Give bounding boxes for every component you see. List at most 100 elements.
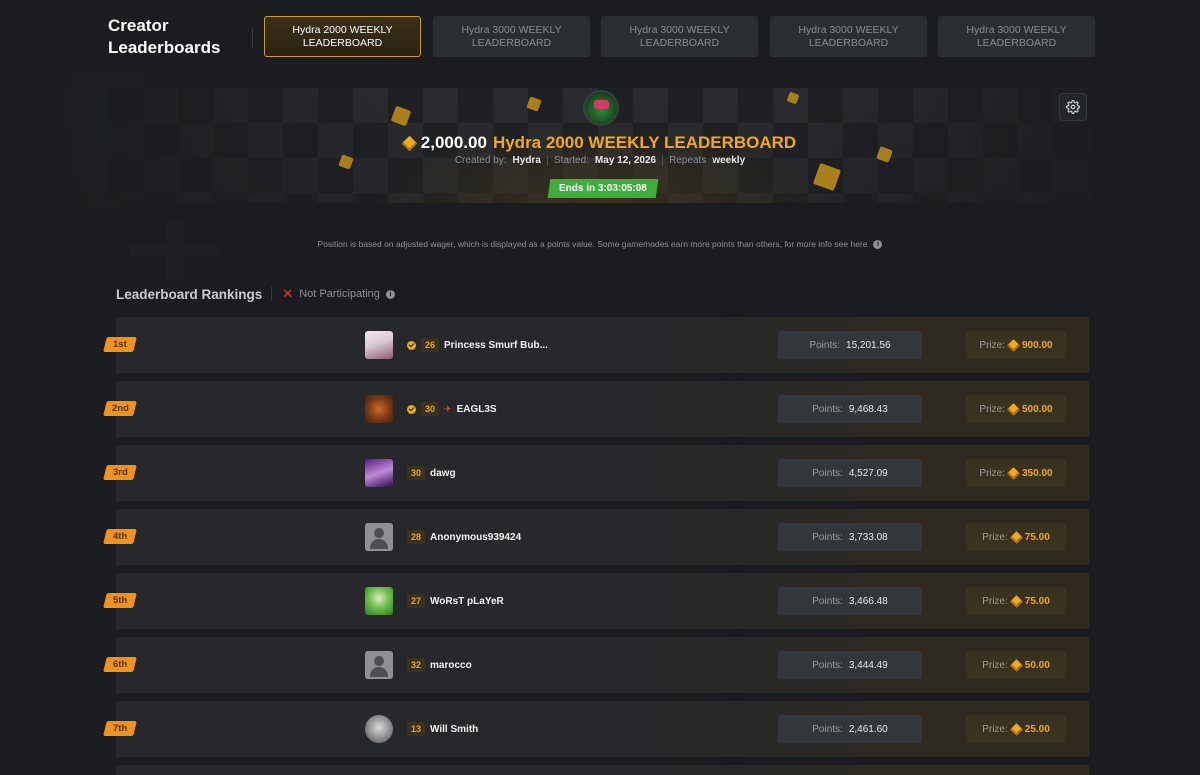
rank-badge: 6th (103, 657, 137, 672)
prize-box: Prize: 900.00 (966, 331, 1066, 359)
level-badge: 32 (407, 658, 426, 672)
info-icon[interactable]: i (873, 239, 883, 249)
prize-value: 500.00 (1021, 403, 1053, 415)
rank-badge: 3rd (103, 465, 137, 480)
prize-value: 75.00 (1024, 531, 1050, 543)
prize-label: Prize: (982, 531, 1008, 543)
username[interactable]: WoRsT pLaYeR (430, 596, 504, 607)
created-by-value[interactable]: Hydra (513, 155, 541, 166)
participation-status: Not Participating (299, 288, 380, 300)
rankings-title: Leaderboard Rankings (116, 286, 263, 302)
rank-label: 2nd (111, 403, 129, 414)
rankings-header: Leaderboard Rankings ✕ Not Participating… (116, 284, 395, 304)
rank-label: 7th (112, 723, 128, 734)
gear-icon (1066, 100, 1080, 114)
ends-in-badge: Ends in 3:03:05:08 (547, 179, 659, 198)
level-badge: 13 (407, 722, 426, 736)
points-label: Points: (812, 659, 843, 671)
avatar[interactable] (365, 331, 393, 359)
verified-icon (407, 340, 416, 350)
user-info: 32 marocco (407, 657, 472, 673)
prize-value: 900.00 (1021, 339, 1053, 351)
prize-label: Prize: (979, 467, 1005, 479)
username[interactable]: Princess Smurf Bub... (444, 340, 548, 351)
coin-icon (1007, 338, 1020, 352)
prize-box: Prize: 75.00 (966, 523, 1066, 551)
wings-icon: ✈ (444, 403, 452, 414)
points-value: 15,201.56 (846, 339, 891, 351)
prize-box: Prize: 50.00 (966, 651, 1066, 679)
rank-badge: 2nd (103, 401, 137, 416)
points-box: Points: 9,468.43 (778, 395, 922, 423)
avatar[interactable] (365, 459, 393, 487)
user-info: 30 ✈ EAGL3S (407, 401, 497, 417)
points-value: 4,527.09 (848, 467, 888, 479)
user-info: 27 WoRsT pLaYeR (407, 593, 504, 609)
rank-label: 3rd (112, 467, 128, 478)
tab-leaderboard-2[interactable]: Hydra 3000 WEEKLY LEADERBOARD (433, 16, 590, 57)
tab-leaderboard-3[interactable]: Hydra 3000 WEEKLY LEADERBOARD (601, 16, 758, 57)
rank-label: 1st (113, 339, 127, 350)
coin-icon (401, 135, 418, 151)
level-badge: 28 (407, 530, 426, 544)
points-label: Points: (812, 531, 843, 543)
avatar[interactable] (365, 395, 393, 423)
leaderboard-row (116, 765, 1089, 775)
rankings-list: 1st 26 Princess Smurf Bub... Points: 15,… (103, 317, 1089, 775)
coin-icon (1009, 594, 1023, 608)
avatar[interactable] (365, 715, 393, 743)
settings-button[interactable] (1059, 93, 1087, 121)
creator-avatar[interactable] (583, 90, 619, 126)
background-block-decoration (130, 220, 220, 280)
points-box: Points: 15,201.56 (778, 331, 922, 359)
rank-badge: 7th (103, 721, 137, 736)
tab-leaderboard-4[interactable]: Hydra 3000 WEEKLY LEADERBOARD (770, 16, 927, 57)
prize-box: Prize: 25.00 (966, 715, 1066, 743)
meta-divider (662, 155, 664, 166)
rank-label: 4th (112, 531, 128, 542)
username[interactable]: Anonymous939424 (430, 532, 521, 543)
tab-leaderboard-1[interactable]: Hydra 2000 WEEKLY LEADERBOARD (264, 16, 421, 57)
rank-badge: 4th (103, 529, 137, 544)
leaderboard-name: Hydra 2000 WEEKLY LEADERBOARD (492, 133, 797, 152)
points-label: Points: (812, 467, 843, 479)
points-box: Points: 2,461.60 (778, 715, 922, 743)
coin-icon (1009, 530, 1023, 544)
avatar[interactable] (365, 523, 393, 551)
points-value: 3,444.49 (848, 659, 888, 671)
points-label: Points: (812, 723, 843, 735)
points-box: Points: 3,466.48 (778, 587, 922, 615)
prize-label: Prize: (982, 723, 1008, 735)
prize-label: Prize: (979, 403, 1005, 415)
points-label: Points: (809, 339, 841, 351)
avatar[interactable] (365, 651, 393, 679)
username[interactable]: EAGL3S (457, 404, 497, 415)
avatar[interactable] (365, 587, 393, 615)
prize-box: Prize: 350.00 (966, 459, 1066, 487)
leaderboard-row: 4th 28 Anonymous939424 Points: 3,733.08 … (103, 509, 1089, 565)
username[interactable]: dawg (430, 468, 456, 479)
points-value: 3,466.48 (848, 595, 888, 607)
points-label: Points: (812, 403, 843, 415)
rank-badge: 1st (103, 337, 137, 352)
username[interactable]: Will Smith (430, 724, 478, 735)
started-label: Started: (553, 155, 589, 166)
verified-icon (407, 404, 416, 414)
rank-label: 5th (112, 595, 128, 606)
username[interactable]: marocco (430, 660, 472, 671)
prize-box: Prize: 500.00 (966, 395, 1066, 423)
points-label: Points: (812, 595, 843, 607)
coin-icon (1007, 402, 1020, 416)
rank-label: 6th (112, 659, 128, 670)
leaderboard-row: 2nd 30 ✈ EAGL3S Points: 9,468.43 Prize: … (103, 381, 1089, 437)
prize-value: 25.00 (1024, 723, 1050, 735)
repeats-label: Repeats (669, 155, 707, 166)
banner-title: 2,000.00 Hydra 2000 WEEKLY LEADERBOARD (108, 133, 1092, 153)
created-by-label: Created by: (454, 155, 507, 166)
points-box: Points: 3,444.49 (778, 651, 922, 679)
banner-meta: Created by: Hydra Started: May 12, 2026 … (108, 155, 1092, 166)
user-info: 28 Anonymous939424 (407, 529, 521, 545)
tab-leaderboard-5[interactable]: Hydra 3000 WEEKLY LEADERBOARD (938, 16, 1095, 57)
rank-badge: 5th (103, 593, 137, 608)
info-icon[interactable]: i (385, 289, 395, 299)
